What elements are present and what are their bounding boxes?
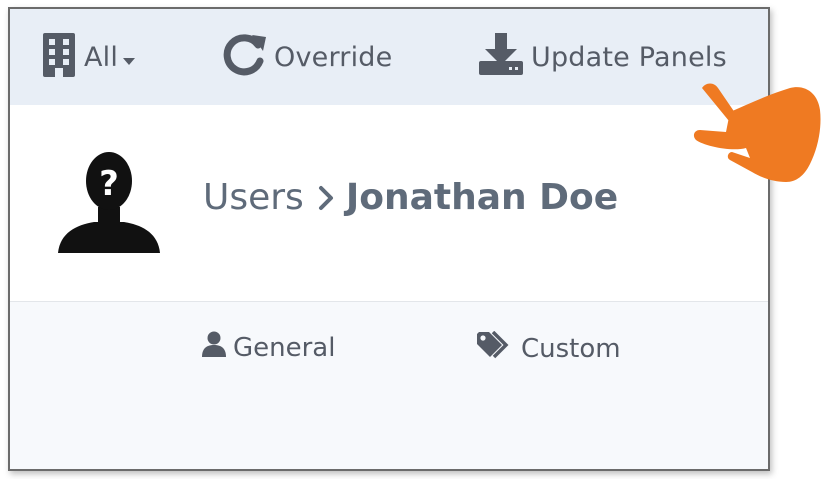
redo-icon: [222, 31, 268, 84]
building-icon: [40, 31, 78, 84]
breadcrumb: Users Jonathan Doe: [203, 177, 618, 218]
building-filter-dropdown[interactable]: All: [40, 9, 136, 105]
user-header-card: ? Users Jonathan Doe: [10, 105, 768, 302]
override-label: Override: [274, 41, 393, 73]
building-filter-label: All: [84, 41, 119, 73]
unknown-user-avatar-icon: ?: [56, 149, 162, 261]
tab-custom-label: Custom: [521, 333, 621, 364]
breadcrumb-current: Jonathan Doe: [345, 177, 619, 218]
tab-general[interactable]: General: [202, 331, 335, 364]
override-button[interactable]: Override: [222, 9, 392, 105]
window-panel: All Override Update Panels ? Users Jonat…: [8, 7, 770, 471]
tab-custom[interactable]: Custom: [476, 330, 621, 366]
user-icon: [202, 331, 226, 364]
svg-text:?: ?: [99, 164, 119, 204]
toolbar: All Override Update Panels: [10, 9, 768, 105]
download-icon: [477, 31, 525, 84]
breadcrumb-parent[interactable]: Users: [203, 177, 304, 218]
tabs-area: [10, 302, 768, 469]
tags-icon: [476, 330, 514, 366]
update-panels-label: Update Panels: [531, 41, 727, 73]
caret-down-icon: [122, 42, 136, 73]
pointing-hand-icon: [690, 82, 826, 192]
chevron-right-icon: [318, 185, 334, 211]
tab-general-label: General: [233, 332, 336, 363]
